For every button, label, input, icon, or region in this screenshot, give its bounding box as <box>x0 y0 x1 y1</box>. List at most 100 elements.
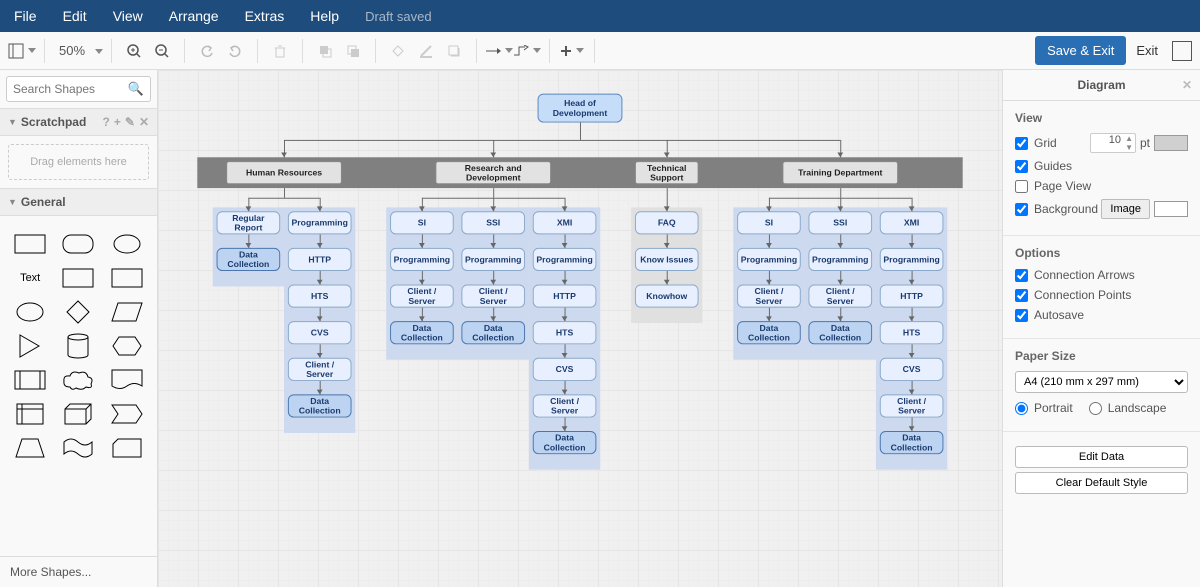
shape-text[interactable]: Text <box>12 266 48 290</box>
diagram-node[interactable]: Programming <box>808 248 872 271</box>
diagram-node[interactable]: SI <box>390 211 454 234</box>
diagram-node[interactable]: Know Issues <box>635 248 699 271</box>
shape-internal-storage[interactable] <box>12 402 48 426</box>
menu-arrange[interactable]: Arrange <box>169 8 219 24</box>
zoom-value[interactable]: 50% <box>53 43 91 58</box>
diagram-node[interactable]: HTTP <box>288 248 352 271</box>
scratchpad-help-icon[interactable]: ? <box>103 115 110 129</box>
shape-cloud[interactable] <box>60 368 96 392</box>
diagram-node[interactable]: SSI <box>461 211 525 234</box>
diagram-node[interactable]: SI <box>737 211 801 234</box>
zoom-dropdown[interactable] <box>91 43 103 58</box>
diagram-node[interactable]: HTS <box>533 321 597 344</box>
diagram-node[interactable]: CVS <box>880 358 944 381</box>
menu-edit[interactable]: Edit <box>63 8 87 24</box>
menu-view[interactable]: View <box>113 8 143 24</box>
diagram-node[interactable]: Client / Server <box>808 285 872 308</box>
edit-data-button[interactable]: Edit Data <box>1015 446 1188 468</box>
waypoint-icon[interactable] <box>513 37 541 65</box>
diagram-node[interactable]: Regular Report <box>217 211 281 234</box>
diagram-node[interactable]: Client / Server <box>533 394 597 417</box>
general-header[interactable]: ▼General <box>0 188 157 216</box>
shape-trapezoid[interactable] <box>12 436 48 460</box>
scratchpad-dropzone[interactable]: Drag elements here <box>8 144 149 180</box>
org-chart-diagram[interactable]: Head of Development Human Resources Regula… <box>178 84 982 585</box>
paper-size-select[interactable]: A4 (210 mm x 297 mm) <box>1015 371 1188 393</box>
diagram-node[interactable]: Programming <box>288 211 352 234</box>
background-image-button[interactable]: Image <box>1101 199 1150 219</box>
diagram-node[interactable]: Data Collection <box>533 431 597 454</box>
diagram-node[interactable]: Head of Development <box>538 94 623 123</box>
diagram-node[interactable]: Data Collection <box>880 431 944 454</box>
diagram-node[interactable]: HTTP <box>533 285 597 308</box>
autosave-checkbox[interactable] <box>1015 309 1028 322</box>
diagram-node[interactable]: Data Collection <box>461 321 525 344</box>
zoom-out-icon[interactable] <box>148 37 176 65</box>
shape-rounded[interactable] <box>60 232 96 256</box>
shape-triangle[interactable] <box>12 334 48 358</box>
diagram-node[interactable]: HTS <box>288 285 352 308</box>
diagram-node[interactable]: Data Collection <box>390 321 454 344</box>
diagram-node[interactable]: Programming <box>533 248 597 271</box>
menu-extras[interactable]: Extras <box>245 8 285 24</box>
shape-parallelogram[interactable] <box>109 300 145 324</box>
menu-file[interactable]: File <box>14 8 37 24</box>
diagram-node[interactable]: FAQ <box>635 211 699 234</box>
grid-checkbox[interactable] <box>1015 137 1028 150</box>
view-mode-button[interactable] <box>8 37 36 65</box>
diagram-node[interactable]: Client / Server <box>390 285 454 308</box>
diagram-node[interactable]: HTS <box>880 321 944 344</box>
diagram-node[interactable]: Client / Server <box>737 285 801 308</box>
diagram-node[interactable]: Client / Server <box>461 285 525 308</box>
diagram-node[interactable]: Data Collection <box>217 248 281 271</box>
exit-button[interactable]: Exit <box>1126 36 1168 65</box>
diagram-node[interactable]: Programming <box>737 248 801 271</box>
diagram-node[interactable]: CVS <box>533 358 597 381</box>
scratchpad-add-icon[interactable]: + <box>114 115 121 129</box>
more-shapes-button[interactable]: More Shapes... <box>0 556 157 587</box>
clear-style-button[interactable]: Clear Default Style <box>1015 472 1188 494</box>
landscape-radio[interactable] <box>1089 402 1102 415</box>
diagram-node[interactable]: Data Collection <box>737 321 801 344</box>
background-checkbox[interactable] <box>1015 203 1028 216</box>
shape-tape[interactable] <box>60 436 96 460</box>
save-exit-button[interactable]: Save & Exit <box>1035 36 1126 65</box>
scratchpad-header[interactable]: ▼Scratchpad ? + ✎ ✕ <box>0 108 157 136</box>
diagram-node[interactable]: SSI <box>808 211 872 234</box>
menu-help[interactable]: Help <box>310 8 339 24</box>
canvas[interactable]: Head of Development Human Resources Regula… <box>158 70 1002 587</box>
shape-ellipse-label[interactable] <box>109 232 145 256</box>
diagram-node[interactable]: Technical Support <box>635 161 699 184</box>
diagram-node[interactable]: Knowhow <box>635 285 699 308</box>
portrait-radio[interactable] <box>1015 402 1028 415</box>
shape-rect[interactable] <box>12 232 48 256</box>
diagram-node[interactable]: Programming <box>390 248 454 271</box>
shape-cylinder[interactable] <box>60 334 96 358</box>
grid-size-input[interactable]: 10 ▲▼ <box>1090 133 1136 153</box>
diagram-node[interactable]: Programming <box>880 248 944 271</box>
conn-points-checkbox[interactable] <box>1015 289 1028 302</box>
connection-icon[interactable] <box>485 37 513 65</box>
diagram-node[interactable]: Research and Development <box>435 161 551 184</box>
shape-diamond[interactable] <box>60 300 96 324</box>
diagram-node[interactable]: HTTP <box>880 285 944 308</box>
undo-icon[interactable] <box>193 37 221 65</box>
zoom-in-icon[interactable] <box>120 37 148 65</box>
shape-textbox2[interactable] <box>109 266 145 290</box>
pageview-checkbox[interactable] <box>1015 180 1028 193</box>
diagram-node[interactable]: Human Resources <box>226 161 342 184</box>
shape-card[interactable] <box>109 436 145 460</box>
fullscreen-icon[interactable] <box>1172 41 1192 61</box>
diagram-node[interactable]: Client / Server <box>288 358 352 381</box>
diagram-node[interactable]: Programming <box>461 248 525 271</box>
redo-icon[interactable] <box>221 37 249 65</box>
diagram-node[interactable]: Data Collection <box>808 321 872 344</box>
shape-document[interactable] <box>109 368 145 392</box>
shape-process[interactable] <box>12 368 48 392</box>
search-icon[interactable]: 🔍 <box>128 81 144 97</box>
shape-step[interactable] <box>109 402 145 426</box>
shape-cube[interactable] <box>60 402 96 426</box>
shape-hexagon[interactable] <box>109 334 145 358</box>
insert-icon[interactable] <box>558 37 586 65</box>
shape-ellipse[interactable] <box>12 300 48 324</box>
